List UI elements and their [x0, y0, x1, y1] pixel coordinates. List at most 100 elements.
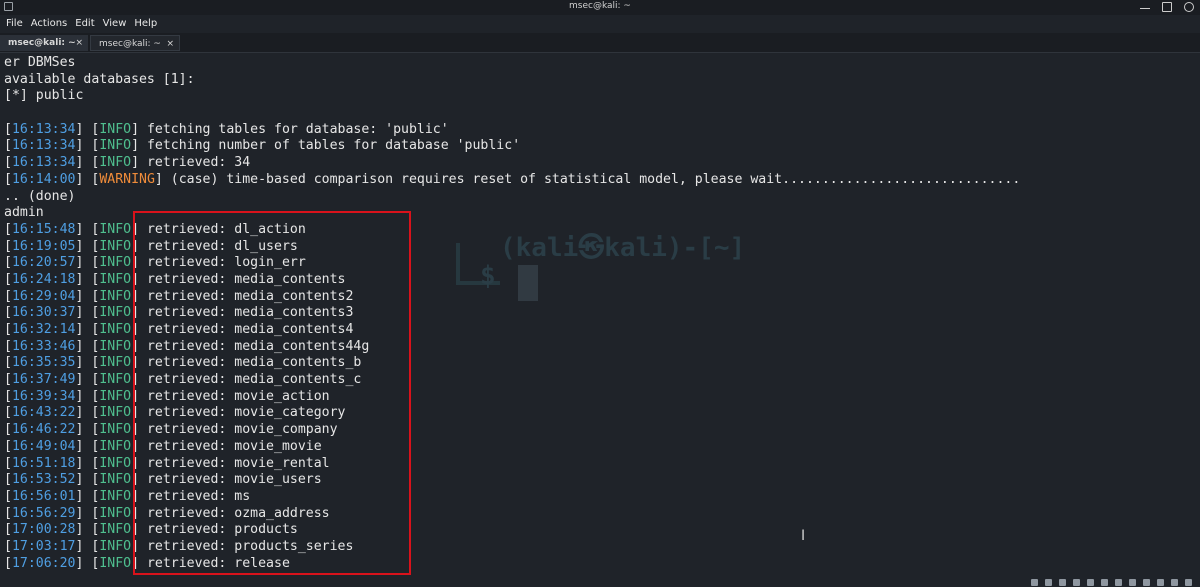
log-line: [17:00:28] [INFO] retrieved: products	[4, 522, 1194, 539]
menu-edit[interactable]: Edit	[71, 15, 98, 29]
bracket-open: [	[4, 538, 12, 554]
log-level: INFO	[99, 138, 132, 154]
tray-icon[interactable]	[1185, 579, 1192, 586]
bracket-open: [	[4, 322, 12, 337]
bracket-close: ] [	[75, 488, 100, 504]
terminal-line: [*] public	[4, 88, 84, 104]
log-timestamp: 16:30:37	[11, 305, 76, 321]
log-line: [16:13:34] [INFO] fetching tables for da…	[4, 122, 1194, 139]
log-level: INFO	[99, 155, 132, 171]
tab-label: msec@kali: ~	[99, 39, 161, 49]
tray-icon[interactable]	[1059, 579, 1066, 586]
terminal-output[interactable]: er DBMSes available databases [1]: [*] pub…	[4, 55, 1194, 580]
log-level: INFO	[99, 388, 132, 404]
bracket-close: ] [	[75, 372, 100, 388]
bracket-close: ] [	[75, 422, 100, 438]
tab-close-icon[interactable]: ×	[75, 35, 83, 51]
bracket-close: ]	[131, 472, 147, 488]
bracket-open: [	[4, 522, 12, 538]
tray-icon[interactable]	[1143, 579, 1150, 586]
tray-icon[interactable]	[1073, 579, 1080, 586]
log-message: retrieved: login_err	[146, 255, 306, 271]
log-level: INFO	[99, 305, 132, 321]
tray-icon[interactable]	[1031, 579, 1038, 586]
bracket-open: [	[4, 355, 12, 371]
tab-terminal-1[interactable]: msec@kali: ~ ×	[0, 35, 88, 51]
log-line: [16:53:52] [INFO] retrieved: movie_users	[4, 472, 1194, 489]
bracket-open: [	[4, 372, 12, 388]
menu-file[interactable]: File	[0, 15, 27, 29]
log-timestamp: 16:49:04	[11, 438, 76, 454]
tray-icon[interactable]	[1157, 579, 1164, 586]
tray-icon[interactable]	[1087, 579, 1094, 586]
log-line: [16:13:34] [INFO] retrieved: 34	[4, 155, 1194, 172]
log-line: [16:24:18] [INFO] retrieved: media_conte…	[4, 272, 1194, 289]
log-level: INFO	[99, 121, 132, 137]
tab-bar: msec@kali: ~ × msec@kali: ~ ×	[0, 33, 1200, 53]
menu-view[interactable]: View	[99, 15, 131, 29]
log-line: [16:30:37] [INFO] retrieved: media_conte…	[4, 305, 1194, 322]
bracket-close: ]	[131, 338, 147, 354]
log-timestamp: 17:03:17	[11, 538, 76, 554]
log-timestamp: 16:24:18	[11, 271, 76, 287]
log-timestamp: 16:56:29	[11, 505, 76, 521]
log-line: [16:35:35] [INFO] retrieved: media_conte…	[4, 355, 1194, 372]
log-line: [16:51:18] [INFO] retrieved: movie_renta…	[4, 456, 1194, 473]
bracket-open: [	[4, 505, 12, 521]
log-line: [16:37:49] [INFO] retrieved: media_conte…	[4, 372, 1194, 389]
log-message: retrieved: movie_category	[146, 405, 346, 421]
bracket-close: ] [	[75, 472, 100, 488]
bracket-close: ]	[131, 422, 147, 438]
bracket-close: ]	[131, 438, 147, 454]
bracket-open: [	[4, 305, 12, 321]
log-timestamp: 16:43:22	[11, 405, 76, 421]
log-timestamp: 17:00:28	[11, 522, 76, 538]
log-level: WARNING	[99, 171, 155, 187]
log-line: [16:49:04] [INFO] retrieved: movie_movie	[4, 439, 1194, 456]
window-titlebar[interactable]: msec@kali: ~	[0, 0, 1200, 15]
tray-icon[interactable]	[1045, 579, 1052, 586]
tab-terminal-2[interactable]: msec@kali: ~ ×	[90, 35, 180, 51]
log-level: INFO	[99, 455, 132, 471]
minimize-icon[interactable]	[1140, 2, 1150, 9]
bracket-close: ]	[131, 322, 147, 337]
log-level: INFO	[99, 405, 132, 421]
log-level: INFO	[99, 538, 132, 554]
tray-icon[interactable]	[1115, 579, 1122, 586]
bracket-close: ] [	[75, 505, 100, 521]
log-message: retrieved: media_contents4	[146, 322, 354, 337]
log-timestamp: 16:56:01	[11, 488, 76, 504]
bracket-open: [	[4, 438, 12, 454]
log-timestamp: 16:20:57	[11, 255, 76, 271]
log-message: retrieved: movie_action	[146, 388, 330, 404]
log-level: INFO	[99, 505, 132, 521]
log-message: retrieved: movie_movie	[146, 438, 322, 454]
log-timestamp: 16:13:34	[11, 138, 76, 154]
log-level: INFO	[99, 255, 132, 271]
bracket-close: ] [	[75, 155, 100, 171]
bracket-open: [	[4, 488, 12, 504]
log-level: INFO	[99, 322, 132, 337]
log-message: retrieved: dl_action	[146, 221, 306, 237]
maximize-icon[interactable]	[1162, 2, 1172, 12]
bracket-close: ] [	[75, 338, 100, 354]
bracket-close: ] [	[75, 455, 100, 471]
log-message: retrieved: media_contents2	[146, 288, 354, 304]
menu-actions[interactable]: Actions	[27, 15, 72, 29]
menu-help[interactable]: Help	[130, 15, 161, 29]
log-level: INFO	[99, 555, 132, 571]
tray-icon[interactable]	[1171, 579, 1178, 586]
tray-icon[interactable]	[1129, 579, 1136, 586]
tray-icon[interactable]	[1101, 579, 1108, 586]
log-line: [16:33:46] [INFO] retrieved: media_conte…	[4, 339, 1194, 356]
tab-close-icon[interactable]: ×	[166, 36, 174, 52]
bracket-open: [	[4, 338, 12, 354]
system-tray	[1025, 578, 1200, 587]
log-timestamp: 16:29:04	[11, 288, 76, 304]
bracket-open: [	[4, 121, 12, 137]
terminal-line: er DBMSes	[4, 55, 76, 70]
log-timestamp: 16:53:52	[11, 472, 76, 488]
close-icon[interactable]	[1184, 2, 1194, 12]
window-title: msec@kali: ~	[569, 1, 631, 11]
log-message: retrieved: media_contents	[146, 271, 346, 287]
